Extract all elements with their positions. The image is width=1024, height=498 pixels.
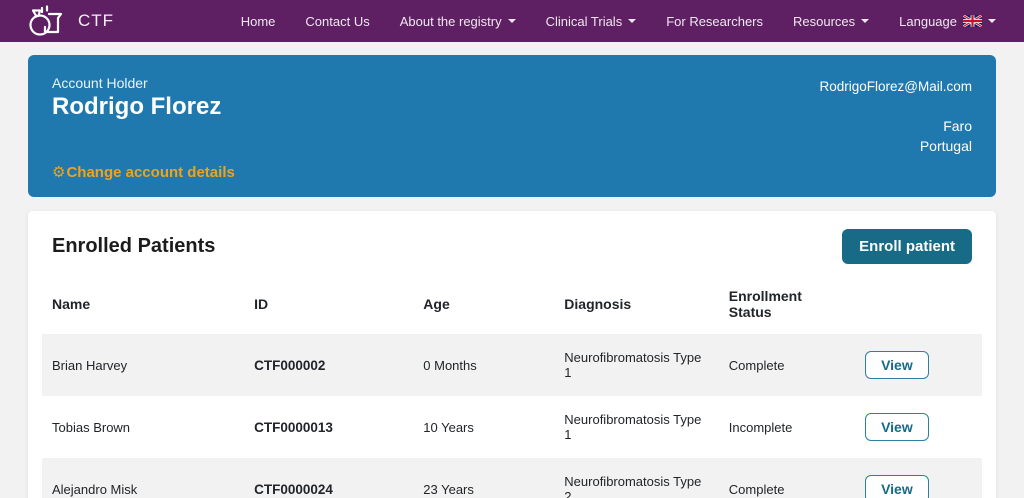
- account-holder-label: Account Holder: [52, 75, 148, 91]
- patient-name: Brian Harvey: [52, 357, 128, 373]
- main-nav: Home Contact Us About the registry Clini…: [241, 14, 996, 29]
- column-header-id: ID: [254, 296, 269, 312]
- patient-status: Complete: [728, 481, 785, 497]
- caret-down-icon: [988, 19, 996, 23]
- patient-age: 23 Years: [423, 481, 474, 497]
- nav-language[interactable]: Language: [899, 14, 996, 29]
- nav-home[interactable]: Home: [241, 14, 276, 29]
- patient-diagnosis: Neurofibromatosis Type 1: [564, 350, 702, 380]
- patient-status: Complete: [728, 357, 785, 373]
- top-navbar: CTF Home Contact Us About the registry C…: [0, 0, 1024, 42]
- table-row: Brian Harvey CTF000002 0 Months Neurofib…: [42, 334, 982, 396]
- nav-resources[interactable]: Resources: [793, 14, 870, 29]
- caret-down-icon: [628, 19, 637, 23]
- change-account-details-label: Change account details: [66, 164, 235, 181]
- patient-id: CTF0000013: [254, 419, 333, 435]
- patients-table: Name ID Age Diagnosis Enrollment Status …: [42, 278, 982, 498]
- caret-down-icon: [507, 19, 516, 23]
- nav-clinical-trials[interactable]: Clinical Trials: [546, 14, 637, 29]
- nav-for-researchers[interactable]: For Researchers: [666, 14, 763, 29]
- ctf-logo-icon: [28, 5, 68, 37]
- change-account-details-link[interactable]: ⚙ Change account details: [52, 164, 235, 181]
- patient-diagnosis: Neurofibromatosis Type 2: [564, 474, 702, 498]
- view-patient-button[interactable]: View: [865, 413, 929, 441]
- patient-age: 10 Years: [423, 419, 474, 435]
- account-email: RodrigoFlorez@Mail.com: [819, 79, 973, 94]
- enrolled-patients-title: Enrolled Patients: [52, 235, 216, 257]
- patient-name: Tobias Brown: [52, 419, 131, 435]
- nav-contact-us[interactable]: Contact Us: [305, 14, 369, 29]
- patient-diagnosis: Neurofibromatosis Type 1: [564, 412, 702, 442]
- account-holder-panel: Account Holder Rodrigo Florez ⚙ Change a…: [28, 55, 996, 197]
- enroll-patient-button[interactable]: Enroll patient: [842, 229, 972, 264]
- gear-icon: ⚙: [52, 164, 66, 181]
- table-header-row: Name ID Age Diagnosis Enrollment Status: [42, 278, 982, 334]
- column-header-diagnosis: Diagnosis: [564, 296, 632, 312]
- column-header-action: [855, 278, 982, 334]
- patient-id: CTF000002: [254, 357, 326, 373]
- uk-flag-icon: [962, 14, 983, 28]
- account-holder-name: Rodrigo Florez: [52, 93, 222, 120]
- table-row: Tobias Brown CTF0000013 10 Years Neurofi…: [42, 396, 982, 458]
- enrolled-patients-card: Enrolled Patients Enroll patient Name ID…: [28, 211, 996, 498]
- view-patient-button[interactable]: View: [865, 475, 929, 498]
- brand-text: CTF: [78, 11, 115, 30]
- table-row: Alejandro Misk CTF0000024 23 Years Neuro…: [42, 458, 982, 498]
- column-header-status: Enrollment Status: [728, 288, 802, 320]
- patient-status: Incomplete: [728, 419, 793, 435]
- caret-down-icon: [861, 19, 870, 23]
- column-header-name: Name: [52, 296, 91, 312]
- view-patient-button[interactable]: View: [865, 351, 929, 379]
- nav-about-registry[interactable]: About the registry: [400, 14, 516, 29]
- patient-age: 0 Months: [423, 357, 477, 373]
- brand[interactable]: CTF: [28, 5, 114, 37]
- account-country: Portugal: [919, 138, 972, 154]
- patient-id: CTF0000024: [254, 481, 333, 497]
- account-city: Faro: [943, 118, 972, 134]
- column-header-age: Age: [423, 296, 450, 312]
- patient-name: Alejandro Misk: [52, 481, 138, 497]
